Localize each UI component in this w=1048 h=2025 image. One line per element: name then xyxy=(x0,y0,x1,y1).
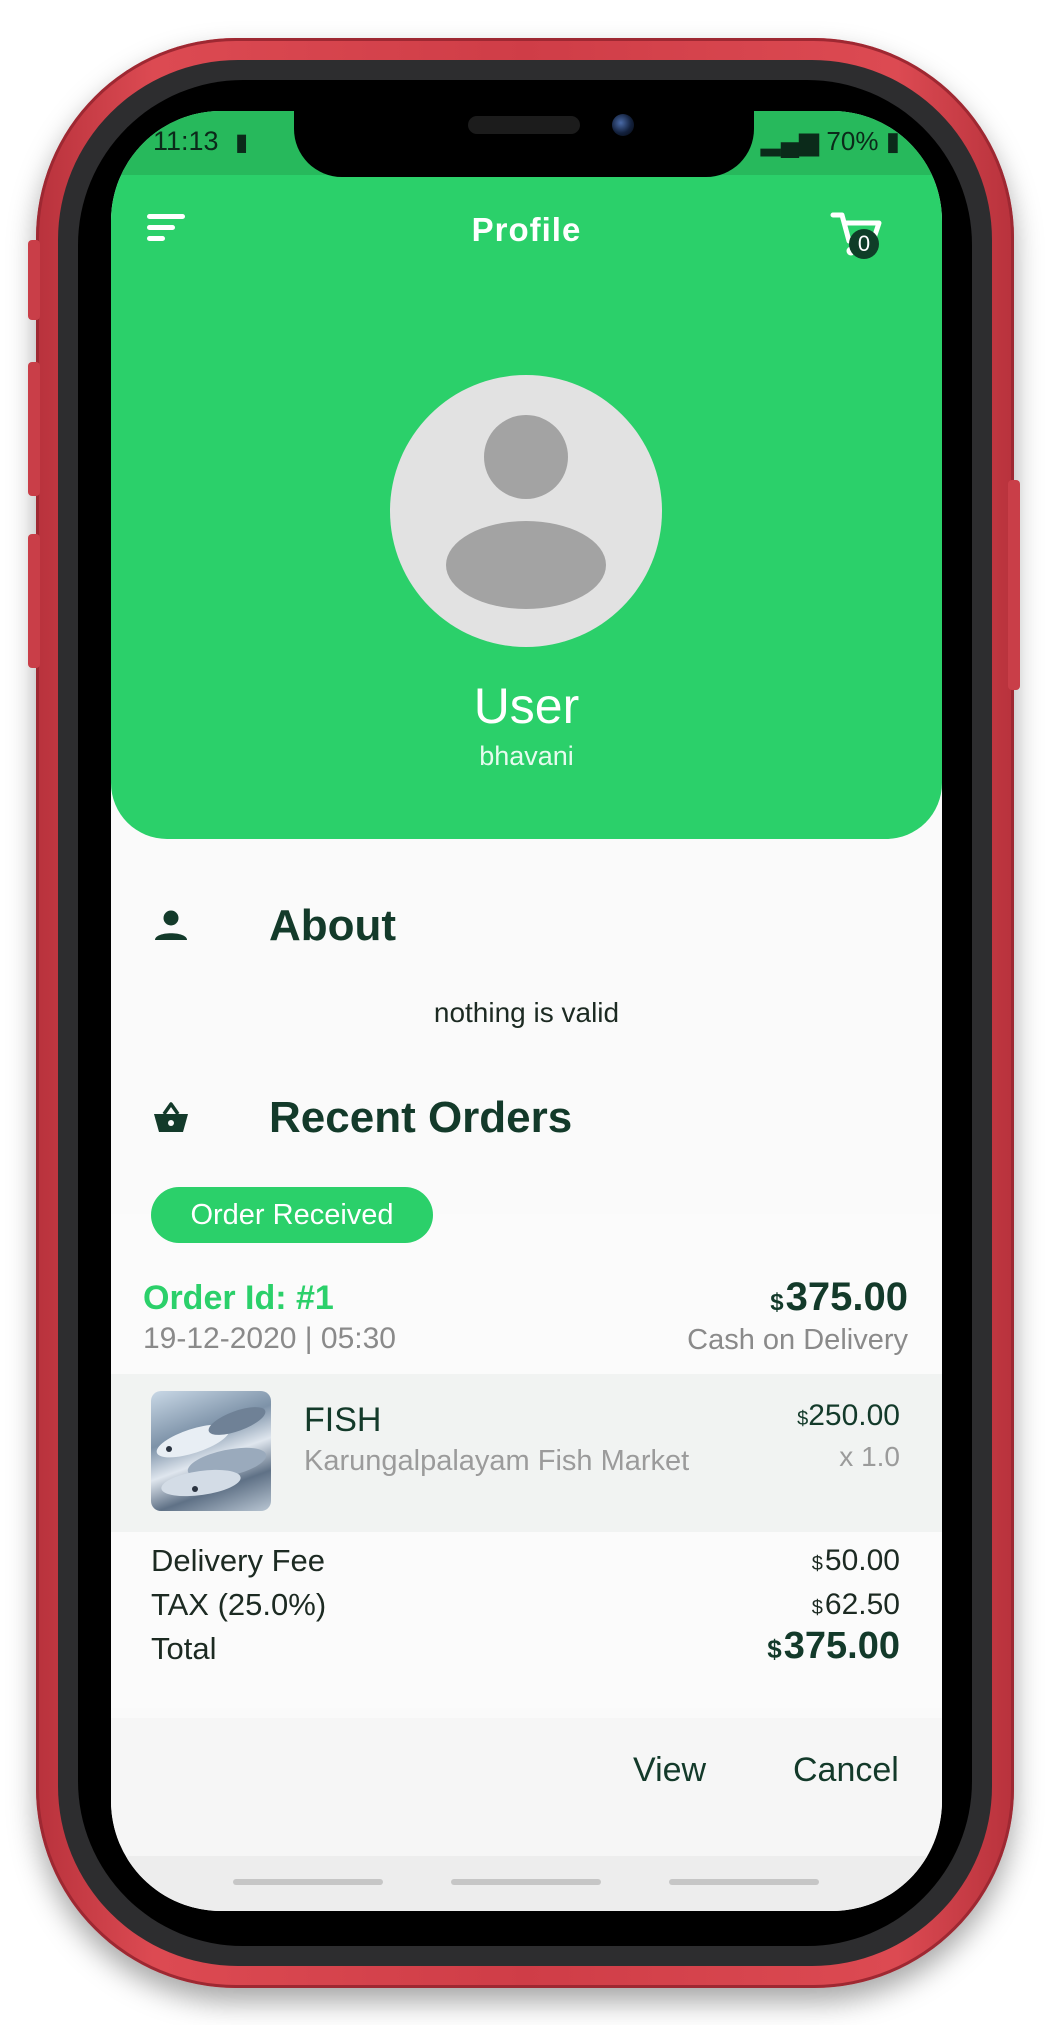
volume-up-button xyxy=(28,362,40,496)
order-id: Order Id: #1 xyxy=(143,1279,334,1317)
about-title: About xyxy=(269,901,397,950)
tax-value: $62.50 xyxy=(812,1588,900,1622)
user-username: bhavani xyxy=(479,741,574,771)
currency-symbol: $ xyxy=(767,1634,782,1664)
avatar-body xyxy=(446,521,606,609)
delivery-fee-value: $50.00 xyxy=(812,1544,900,1578)
item-store: Karungalpalayam Fish Market xyxy=(304,1445,690,1477)
user-name: User xyxy=(473,678,580,734)
delivery-fee-amount: 50.00 xyxy=(824,1544,900,1577)
order-status-badge: Order Received xyxy=(151,1187,433,1243)
signal-icon: ▂▄▆ xyxy=(760,126,820,156)
person-icon xyxy=(155,910,187,940)
currency-symbol: $ xyxy=(811,1553,823,1575)
payment-method: Cash on Delivery xyxy=(687,1324,908,1356)
nav-back-indicator[interactable] xyxy=(669,1879,819,1885)
avatar[interactable] xyxy=(390,375,662,647)
about-text: nothing is valid xyxy=(433,997,620,1028)
battery-icon: ▮ xyxy=(885,126,900,156)
app-screen: 11:13 ▮ ▂▄▆ 70% ▮ Profile 0 User bhavani xyxy=(111,111,942,1911)
nav-home-indicator[interactable] xyxy=(451,1879,601,1885)
front-camera xyxy=(612,114,634,136)
item-price: $250.00 xyxy=(797,1399,900,1433)
currency-symbol: $ xyxy=(811,1597,823,1619)
avatar-head xyxy=(484,415,568,499)
fish-image xyxy=(151,1391,271,1511)
order-amount-value: 375.00 xyxy=(785,1275,908,1319)
about-heading: About xyxy=(151,901,396,951)
battery-percent: 70% xyxy=(826,126,879,156)
nav-recents-indicator[interactable] xyxy=(233,1879,383,1885)
currency-symbol: $ xyxy=(797,1408,809,1430)
view-order-button[interactable]: View xyxy=(633,1751,706,1790)
item-name: FISH xyxy=(304,1401,382,1439)
total-label: Total xyxy=(151,1631,217,1666)
cart-count-badge: 0 xyxy=(849,229,879,259)
total-value: $375.00 xyxy=(767,1625,900,1668)
status-time: 11:13 xyxy=(153,126,219,156)
mute-switch xyxy=(28,240,40,320)
currency-symbol: $ xyxy=(770,1289,784,1316)
profile-header: 11:13 ▮ ▂▄▆ 70% ▮ Profile 0 User bhavani xyxy=(111,111,942,839)
volume-down-button xyxy=(28,534,40,668)
page-title: Profile xyxy=(471,211,582,248)
tax-amount: 62.50 xyxy=(824,1588,900,1621)
item-quantity: x 1.0 xyxy=(839,1441,900,1472)
item-price-value: 250.00 xyxy=(808,1399,900,1432)
delivery-fee-label: Delivery Fee xyxy=(151,1543,325,1578)
speaker-grille xyxy=(468,116,580,134)
recent-orders-heading: Recent Orders xyxy=(151,1093,572,1143)
basket-icon xyxy=(154,1102,188,1132)
recent-orders-title: Recent Orders xyxy=(269,1093,573,1142)
tax-label: TAX (25.0%) xyxy=(151,1587,327,1622)
order-amount: $375.00 xyxy=(770,1275,908,1320)
total-amount: 375.00 xyxy=(783,1625,900,1667)
power-button xyxy=(1008,480,1020,690)
cancel-order-button[interactable]: Cancel xyxy=(793,1751,899,1790)
status-right: ▂▄▆ 70% ▮ xyxy=(761,126,900,157)
order-date: 19-12-2020 | 05:30 xyxy=(143,1322,396,1355)
fish-illustration xyxy=(156,1407,267,1497)
message-icon: ▮ xyxy=(235,129,249,156)
